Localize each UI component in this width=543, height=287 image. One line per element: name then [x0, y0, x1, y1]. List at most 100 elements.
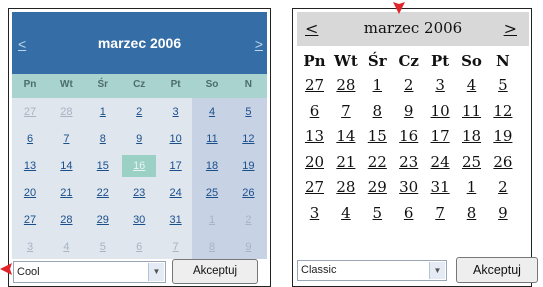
day-cell[interactable]: 2 [490, 175, 515, 199]
day-cell[interactable]: 3 [428, 73, 453, 97]
day-cell[interactable]: 8 [86, 128, 120, 150]
day-cell[interactable]: 28 [49, 101, 83, 123]
day-cell[interactable]: 21 [333, 150, 358, 174]
calendar-header: < marzec 2006 > [12, 12, 267, 74]
day-cell[interactable]: 1 [86, 101, 120, 123]
day-cell[interactable]: 23 [122, 182, 156, 204]
day-cell[interactable]: 20 [13, 182, 47, 204]
weekday-label: Pn [23, 79, 37, 90]
day-cell[interactable]: 7 [159, 236, 193, 258]
day-cell[interactable]: 31 [428, 175, 453, 199]
chevron-down-icon[interactable]: ▼ [429, 262, 445, 279]
day-cell[interactable]: 1 [365, 73, 390, 97]
day-cell[interactable]: 5 [365, 201, 390, 225]
day-cell[interactable]: 7 [428, 201, 453, 225]
day-cell[interactable]: 25 [195, 182, 229, 204]
day-cell[interactable]: 3 [13, 236, 47, 258]
today-day-cell[interactable]: 16 [122, 155, 157, 177]
day-cell[interactable]: 10 [428, 99, 453, 123]
day-cell[interactable]: 11 [459, 99, 484, 123]
day-cell[interactable]: 11 [195, 128, 229, 150]
day-cell[interactable]: 17 [159, 155, 193, 177]
day-cell[interactable]: 18 [459, 124, 484, 148]
day-cell[interactable]: 30 [122, 209, 156, 231]
day-cell[interactable]: 27 [302, 73, 327, 97]
day-cell[interactable]: 7 [49, 128, 83, 150]
day-cell[interactable]: 8 [459, 201, 484, 225]
day-cell[interactable]: 6 [13, 128, 47, 150]
month-title: marzec 2006 [97, 35, 182, 51]
day-cell[interactable]: 21 [49, 182, 83, 204]
day-cell[interactable]: 22 [86, 182, 120, 204]
day-cell[interactable]: 4 [333, 201, 358, 225]
day-cell[interactable]: 4 [459, 73, 484, 97]
day-cell[interactable]: 29 [86, 209, 120, 231]
day-cell[interactable]: 9 [490, 201, 515, 225]
day-cell[interactable]: 6 [396, 201, 421, 225]
day-cell[interactable]: 16 [396, 124, 421, 148]
day-cell[interactable]: 19 [231, 155, 265, 177]
style-select[interactable]: Classic ▼ [297, 260, 447, 281]
day-cell[interactable]: 13 [302, 124, 327, 148]
weekday-label: Śr [367, 52, 387, 70]
day-cell[interactable]: 6 [122, 236, 156, 258]
day-cell[interactable]: 5 [490, 73, 515, 97]
day-cell[interactable]: 27 [13, 209, 47, 231]
day-cell[interactable]: 12 [490, 99, 515, 123]
day-cell[interactable]: 20 [302, 150, 327, 174]
day-cell[interactable]: 26 [231, 182, 265, 204]
day-cell[interactable]: 15 [365, 124, 390, 148]
next-month-link[interactable]: > [255, 36, 263, 52]
day-cell[interactable]: 24 [159, 182, 193, 204]
day-cell[interactable]: 12 [231, 128, 265, 150]
cool-calendar: < marzec 2006 > Pn Wt Śr Cz Pt So N 27 28 1 2 3 4 5 6… [12, 12, 267, 259]
day-cell[interactable]: 1 [195, 209, 229, 231]
day-cell[interactable]: 28 [49, 209, 83, 231]
day-cell[interactable]: 8 [195, 236, 229, 258]
day-cell[interactable]: 27 [13, 101, 47, 123]
day-cell[interactable]: 30 [396, 175, 421, 199]
day-cell[interactable]: 7 [333, 99, 358, 123]
day-cell[interactable]: 29 [365, 175, 390, 199]
day-cell[interactable]: 23 [396, 150, 421, 174]
day-cell[interactable]: 18 [195, 155, 229, 177]
day-cell[interactable]: 8 [365, 99, 390, 123]
day-cell[interactable]: 28 [333, 175, 358, 199]
day-cell[interactable]: 31 [159, 209, 193, 231]
day-cell[interactable]: 9 [231, 236, 265, 258]
day-cell[interactable]: 1 [459, 175, 484, 199]
day-cell[interactable]: 15 [86, 155, 120, 177]
day-cell[interactable]: 3 [302, 201, 327, 225]
day-cell[interactable]: 22 [365, 150, 390, 174]
day-cell[interactable]: 2 [231, 209, 265, 231]
day-cell[interactable]: 27 [302, 175, 327, 199]
next-month-link[interactable]: > [504, 19, 517, 38]
day-cell[interactable]: 25 [459, 150, 484, 174]
day-cell[interactable]: 2 [122, 101, 156, 123]
day-cell[interactable]: 14 [49, 155, 83, 177]
weekday-label: So [205, 79, 219, 90]
day-cell[interactable]: 14 [333, 124, 358, 148]
style-select[interactable]: Cool ▼ [13, 261, 166, 283]
day-cell[interactable]: 10 [159, 128, 193, 150]
day-cell[interactable]: 6 [302, 99, 327, 123]
day-cell[interactable]: 9 [396, 99, 421, 123]
day-cell[interactable]: 2 [396, 73, 421, 97]
day-cell[interactable]: 17 [428, 124, 453, 148]
day-cell[interactable]: 5 [86, 236, 120, 258]
day-cell[interactable]: 5 [231, 101, 265, 123]
style-select-value: Cool [17, 266, 40, 278]
day-cell[interactable]: 4 [195, 101, 229, 123]
day-cell[interactable]: 19 [490, 124, 515, 148]
day-cell[interactable]: 26 [490, 150, 515, 174]
chevron-down-icon[interactable]: ▼ [148, 263, 164, 281]
accept-button[interactable]: Akceptuj [172, 259, 258, 284]
day-cell[interactable]: 9 [122, 128, 156, 150]
day-cell[interactable]: 28 [333, 73, 358, 97]
day-cell[interactable]: 3 [159, 101, 193, 123]
day-cell[interactable]: 13 [13, 155, 47, 177]
day-cell[interactable]: 24 [428, 150, 453, 174]
day-cell[interactable]: 4 [49, 236, 83, 258]
accept-button[interactable]: Akceptuj [456, 257, 538, 283]
red-arrow-icon [393, 2, 405, 14]
